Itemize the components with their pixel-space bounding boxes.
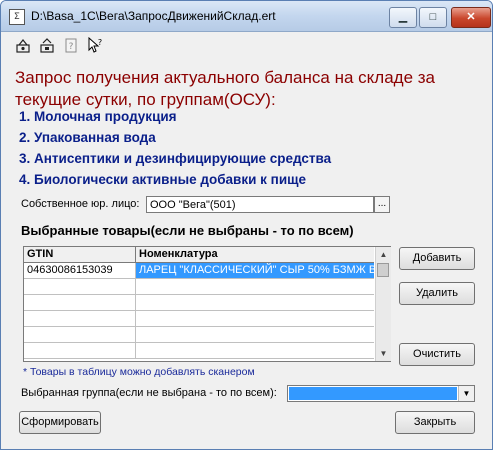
legal-entity-label: Собственное юр. лицо: [21, 198, 140, 210]
window-title: D:\Basa_1C\Вега\ЗапросДвиженийСклад.ert [31, 9, 276, 23]
help-book-icon[interactable]: ? [63, 37, 80, 54]
table-scrollbar[interactable]: ▲ ▼ [375, 247, 391, 361]
column-header-nomenclature[interactable]: Номенклатура [136, 247, 374, 262]
context-help-icon[interactable]: ? [87, 37, 104, 54]
nomenclature-cell[interactable] [136, 311, 374, 326]
gtin-cell[interactable] [24, 295, 136, 310]
legal-entity-field[interactable]: ООО "Вега"(501) [146, 196, 374, 213]
table-row[interactable] [24, 295, 374, 311]
table-row[interactable] [24, 311, 374, 327]
nomenclature-cell[interactable] [136, 295, 374, 310]
nomenclature-cell[interactable] [136, 279, 374, 294]
nomenclature-cell[interactable] [136, 343, 374, 358]
table-row[interactable] [24, 343, 374, 359]
close-window-button[interactable]: ✕ [451, 7, 491, 28]
table-row[interactable] [24, 327, 374, 343]
group-select-dropdown[interactable]: ▼ [287, 385, 475, 402]
main-window: Σ D:\Basa_1C\Вега\ЗапросДвиженийСклад.er… [0, 0, 493, 450]
scroll-thumb[interactable] [377, 263, 389, 277]
svg-text:?: ? [69, 42, 74, 52]
app-icon: Σ [9, 9, 25, 25]
clear-button[interactable]: Очистить [399, 343, 475, 366]
scanner-note: * Товары в таблицу можно добавлять скане… [23, 366, 255, 378]
scroll-up-icon[interactable]: ▲ [376, 247, 391, 262]
page-title: Запрос получения актуального баланса на … [15, 68, 435, 109]
nomenclature-cell[interactable] [136, 327, 374, 342]
column-header-gtin[interactable]: GTIN [24, 247, 136, 262]
table-row[interactable] [24, 279, 374, 295]
group-select-value [289, 387, 457, 400]
nomenclature-cell[interactable]: ЛАРЕЦ "КЛАССИЧЕСКИЙ" СЫР 50% БЗМЖ В [136, 263, 374, 278]
build-report-button[interactable]: Сформировать [19, 411, 101, 434]
delete-button[interactable]: Удалить [399, 282, 475, 305]
gtin-cell[interactable] [24, 311, 136, 326]
gtin-cell[interactable]: 04630086153039 [24, 263, 136, 278]
add-button[interactable]: Добавить [399, 247, 475, 270]
legal-entity-select-button[interactable]: ... [374, 196, 390, 213]
group-select-label: Выбранная группа(если не выбрана - то по… [21, 387, 277, 399]
gtin-cell[interactable] [24, 279, 136, 294]
close-button[interactable]: Закрыть [395, 411, 475, 434]
group-item-2: 2. Упакованная вода [19, 130, 156, 145]
goods-table-header: GTIN Номенклатура [24, 247, 374, 263]
group-item-3: 3. Антисептики и дезинфицирующие средств… [19, 151, 332, 166]
table-row[interactable]: 04630086153039 ЛАРЕЦ "КЛАССИЧЕСКИЙ" СЫР … [24, 263, 374, 279]
svg-text:?: ? [98, 38, 102, 47]
chevron-down-icon[interactable]: ▼ [458, 386, 474, 401]
title-bar[interactable]: Σ D:\Basa_1C\Вега\ЗапросДвиженийСклад.er… [1, 1, 492, 32]
open-file-icon[interactable] [15, 37, 32, 54]
selected-goods-title: Выбранные товары(если не выбраны - то по… [21, 223, 354, 238]
gtin-cell[interactable] [24, 343, 136, 358]
goods-table[interactable]: GTIN Номенклатура 04630086153039 ЛАРЕЦ "… [23, 246, 391, 362]
maximize-button[interactable]: □ [419, 7, 447, 28]
group-item-1: 1. Молочная продукция [19, 109, 177, 124]
gtin-cell[interactable] [24, 327, 136, 342]
group-item-4: 4. Биологически активные добавки к пище [19, 172, 307, 187]
save-file-icon[interactable] [39, 37, 56, 54]
scroll-down-icon[interactable]: ▼ [376, 346, 391, 361]
minimize-button[interactable]: ▁ [389, 7, 417, 28]
